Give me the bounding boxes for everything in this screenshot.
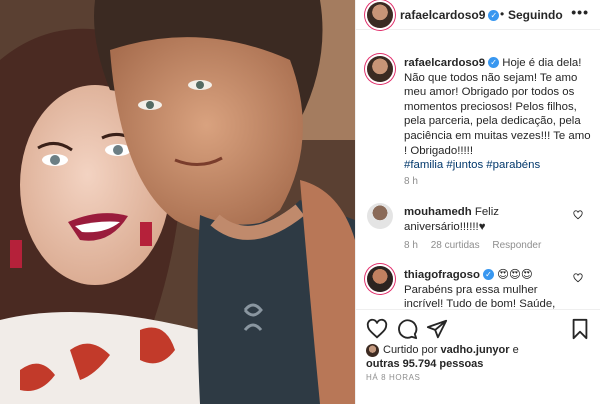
liked-by: Curtido por vadho.junyor e outras 95.794… (366, 343, 596, 371)
heart-icon[interactable] (366, 318, 388, 340)
comment-meta: 8 h 28 curtidas Responder (404, 240, 551, 251)
couple-selfie-image (0, 0, 355, 404)
comment-like-icon[interactable] (573, 210, 583, 220)
liker-avatar[interactable] (366, 343, 379, 357)
post-header: rafaelcardoso9 ✓ • Seguindo ••• (356, 0, 600, 30)
caption-hashtags[interactable]: #familia #juntos #parabéns (404, 159, 540, 171)
author-avatar[interactable] (367, 2, 393, 28)
caption-time[interactable]: 8 h (404, 176, 418, 187)
caption-body: Hoje é dia dela! Não que todos não sejam… (404, 57, 591, 157)
liked-by-others[interactable]: outras 95.794 pessoas (366, 358, 483, 370)
caption-username[interactable]: rafaelcardoso9 (404, 57, 485, 69)
comment-text-block: mouhamedh Feliz aniversário!!!!!!♥ (404, 205, 574, 234)
post-side-panel: rafaelcardoso9 ✓ • Seguindo ••• rafaelcar… (355, 0, 600, 405)
comment-likes[interactable]: 28 curtidas (431, 240, 480, 251)
more-icon[interactable]: ••• (571, 4, 589, 20)
post-photo[interactable] (0, 0, 355, 404)
author-username[interactable]: rafaelcardoso9 ✓ (400, 8, 500, 22)
verified-icon: ✓ (488, 57, 500, 69)
caption-avatar[interactable] (367, 56, 393, 82)
comment-like-icon[interactable] (573, 273, 583, 283)
verified-icon: ✓ (488, 10, 500, 22)
share-icon[interactable] (426, 318, 448, 340)
comment-avatar[interactable] (367, 203, 393, 229)
comment-icon[interactable] (396, 318, 418, 340)
comment-username[interactable]: mouhamedh (404, 206, 472, 218)
comment-username[interactable]: thiagofragoso (404, 269, 480, 281)
liked-by-user[interactable]: vadho.junyor (440, 344, 509, 356)
following-button[interactable]: Seguindo (508, 8, 563, 22)
comment-time[interactable]: 8 h (404, 240, 418, 251)
instagram-post: rafaelcardoso9 ✓ • Seguindo ••• rafaelcar… (0, 0, 600, 405)
caption-text-block: rafaelcardoso9 ✓ Hoje é dia dela! Não que… (404, 56, 594, 173)
separator-dot: • (500, 7, 505, 21)
action-bar: Curtido por vadho.junyor e outras 95.794… (356, 309, 600, 405)
verified-icon: ✓ (482, 269, 494, 281)
liked-by-conj: e (512, 344, 519, 356)
post-age[interactable]: HÁ 8 HORAS (366, 373, 420, 382)
reply-button[interactable]: Responder (492, 240, 541, 251)
comment-avatar[interactable] (367, 266, 393, 292)
liked-by-prefix: Curtido por (383, 344, 438, 356)
bookmark-icon[interactable] (569, 318, 591, 340)
author-username-text[interactable]: rafaelcardoso9 (400, 8, 485, 22)
